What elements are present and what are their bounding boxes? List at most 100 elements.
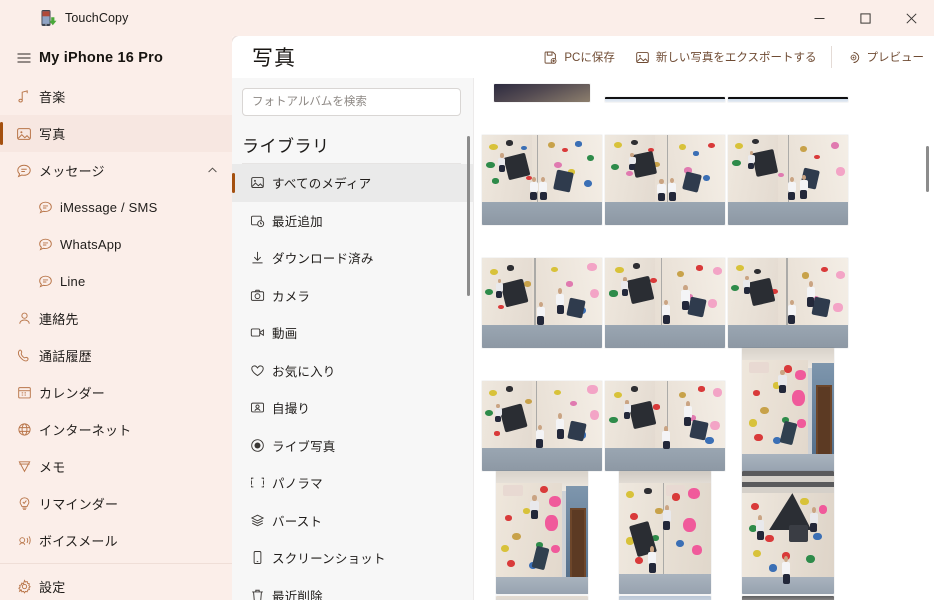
sidebar-item-calendar[interactable]: カレンダー (0, 374, 232, 411)
photo-cell[interactable] (603, 102, 726, 225)
sidebar-item-imessage-sms[interactable]: iMessage / SMS (0, 189, 232, 226)
photo-cell[interactable] (603, 594, 726, 600)
sidebar-item-photos[interactable]: 写真 (0, 115, 232, 152)
photo-grid-panel[interactable] (474, 78, 934, 600)
photo-thumbnail[interactable] (604, 97, 725, 102)
sidebar-item-label: ボイスメール (39, 534, 118, 549)
photo-cell[interactable] (726, 84, 849, 102)
photo-thumbnail[interactable] (481, 381, 602, 471)
sidebar-item-reminders[interactable]: リマインダー (0, 485, 232, 522)
photo-thumbnail[interactable] (495, 471, 588, 594)
sidebar-item-line[interactable]: Line (0, 263, 232, 300)
album-item-screenshots[interactable]: スクリーンショット (232, 539, 473, 577)
message-icon (9, 163, 39, 179)
device-name: My iPhone 16 Pro (39, 50, 164, 66)
export-new-photos-button[interactable]: 新しい写真をエクスポートする (625, 36, 827, 78)
maximize-icon[interactable] (842, 0, 888, 36)
trash-icon (242, 588, 272, 600)
burst-icon (242, 513, 272, 528)
sidebar-item-call-history[interactable]: 通話履歴 (0, 337, 232, 374)
photo-icon (9, 126, 39, 142)
photo-thumbnail[interactable] (604, 381, 725, 471)
recently-added-icon (242, 213, 272, 228)
album-item-favorites[interactable]: お気に入り (232, 352, 473, 390)
album-item-downloaded[interactable]: ダウンロード済み (232, 239, 473, 277)
album-item-label: 最近削除 (272, 589, 323, 600)
hamburger-icon[interactable] (9, 50, 39, 66)
chevron-up-icon[interactable] (207, 165, 218, 176)
album-item-label: すべてのメディア (272, 177, 372, 192)
photo-cell[interactable] (480, 348, 603, 471)
photo-cell[interactable] (480, 471, 603, 594)
photo-thumbnail[interactable] (493, 84, 590, 102)
photo-thumbnail[interactable] (741, 596, 834, 600)
sidebar-item-internet[interactable]: インターネット (0, 411, 232, 448)
photo-cell[interactable] (603, 84, 726, 102)
sidebar-item-messages[interactable]: メッセージ (0, 152, 232, 189)
photo-thumbnail[interactable] (604, 135, 725, 225)
photo-thumbnail[interactable] (481, 135, 602, 225)
album-item-label: バースト (272, 514, 323, 529)
toolbar-divider (830, 46, 832, 68)
photo-thumbnail[interactable] (727, 135, 848, 225)
album-item-live-photos[interactable]: ライブ写真 (232, 427, 473, 465)
sidebar-item-voicemail[interactable]: ボイスメール (0, 522, 232, 559)
message-icon (30, 200, 60, 215)
minimize-icon[interactable] (796, 0, 842, 36)
photo-cell[interactable] (726, 348, 849, 471)
save-to-pc-button[interactable]: PCに保存 (533, 36, 624, 78)
main-pane: 写真 PCに保存 新しい写真をエクスポートする プレビュー フォトアルバムを検索… (232, 36, 934, 600)
photo-cell[interactable] (726, 471, 849, 594)
photo-thumbnail[interactable] (604, 258, 725, 348)
photo-cell[interactable] (726, 594, 849, 600)
photo-thumbnail[interactable] (741, 471, 834, 594)
photo-thumbnail[interactable] (727, 97, 848, 102)
photo-cell[interactable] (726, 102, 849, 225)
close-icon[interactable] (888, 0, 934, 36)
photo-cell[interactable] (603, 471, 726, 594)
album-search-input[interactable] (242, 88, 461, 116)
photo-cell[interactable] (726, 225, 849, 348)
photo-thumbnail[interactable] (727, 258, 848, 348)
album-list-panel: ライブラリ すべてのメディア 最近追加 (232, 78, 474, 600)
album-item-all-media[interactable]: すべてのメディア (232, 164, 473, 202)
sidebar-item-contacts[interactable]: 連絡先 (0, 300, 232, 337)
photo-thumbnail[interactable] (741, 348, 834, 471)
album-item-panorama[interactable]: パノラマ (232, 464, 473, 502)
album-item-selfies[interactable]: 自撮り (232, 389, 473, 427)
toolbar-label: PCに保存 (564, 52, 615, 64)
album-item-recently-added[interactable]: 最近追加 (232, 202, 473, 240)
sidebar-item-settings[interactable]: 設定 (0, 568, 232, 600)
photo-thumbnail[interactable] (495, 596, 588, 600)
sidebar-item-label: WhatsApp (60, 237, 122, 252)
album-item-camera[interactable]: カメラ (232, 277, 473, 315)
selfie-icon (242, 400, 272, 415)
photo-grid-scrollbar[interactable] (926, 146, 929, 192)
panorama-icon (242, 475, 272, 490)
photo-thumbnail[interactable] (618, 471, 711, 594)
sidebar-item-label: インターネット (39, 423, 132, 438)
photo-cell[interactable] (480, 594, 603, 600)
album-item-recently-deleted[interactable]: 最近削除 (232, 577, 473, 600)
photo-cell[interactable] (480, 102, 603, 225)
photo-cell[interactable] (603, 348, 726, 471)
voicemail-icon (9, 533, 39, 548)
album-item-videos[interactable]: 動画 (232, 314, 473, 352)
album-list-scrollbar[interactable] (467, 136, 470, 296)
photo-thumbnail[interactable] (481, 258, 602, 348)
album-item-burst[interactable]: バースト (232, 502, 473, 540)
photo-thumbnail[interactable] (618, 596, 711, 600)
sidebar-device-header[interactable]: My iPhone 16 Pro (0, 38, 232, 78)
sidebar-item-notes[interactable]: メモ (0, 448, 232, 485)
preview-button[interactable]: プレビュー (836, 36, 934, 78)
sidebar-divider (0, 563, 232, 564)
all-media-icon (242, 175, 272, 190)
sidebar-item-whatsapp[interactable]: WhatsApp (0, 226, 232, 263)
photo-cell[interactable] (480, 225, 603, 348)
photo-cell[interactable] (480, 84, 603, 102)
sidebar-item-label: 写真 (39, 127, 66, 142)
live-photo-icon (242, 438, 272, 453)
sidebar-item-music[interactable]: 音楽 (0, 78, 232, 115)
photo-cell[interactable] (603, 225, 726, 348)
screenshot-icon (242, 550, 272, 565)
